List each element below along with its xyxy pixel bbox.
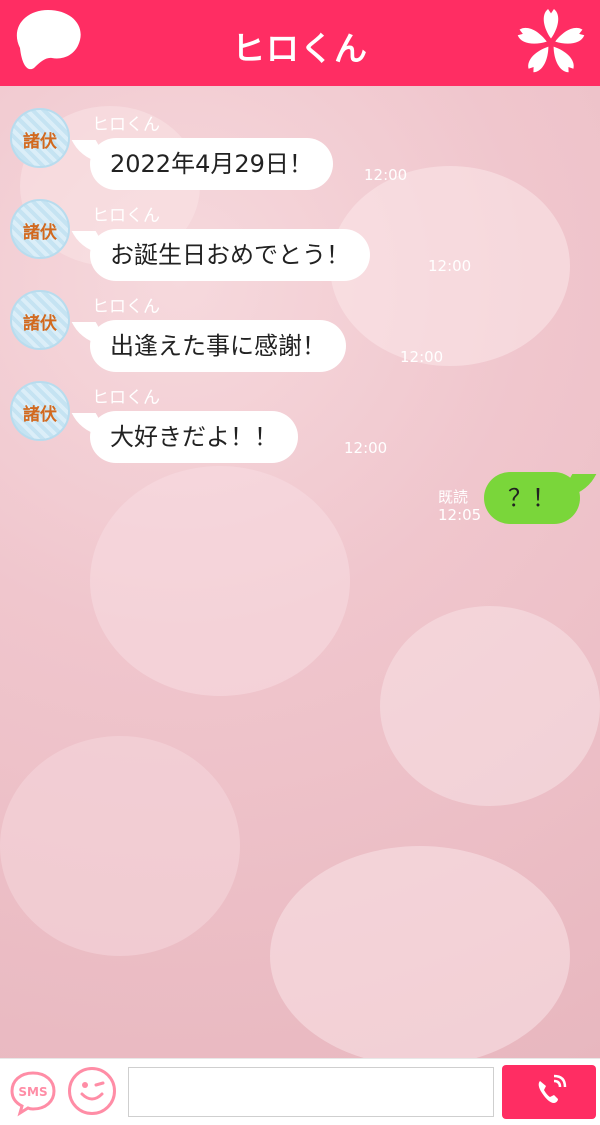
header-bar: ヒロくん bbox=[0, 0, 600, 86]
sender-name: ヒロくん bbox=[92, 297, 160, 317]
sms-icon[interactable]: SMS bbox=[8, 1067, 58, 1117]
composer-bar: SMS bbox=[0, 1058, 600, 1125]
outgoing-bubble[interactable]: ？！ bbox=[484, 472, 580, 524]
sender-name: ヒロくん bbox=[92, 115, 160, 135]
sender-name: ヒロくん bbox=[92, 388, 160, 408]
avatar-label: 諸伏 bbox=[23, 132, 57, 152]
read-receipt: 既読 bbox=[438, 488, 469, 506]
outgoing-time: 12:05 bbox=[438, 506, 482, 524]
avatar-label: 諸伏 bbox=[23, 223, 57, 243]
message-row: 諸伏 ヒロくん 2022年4月29日！ 12:00 bbox=[0, 86, 600, 190]
message-time: 12:00 bbox=[344, 439, 388, 457]
avatar[interactable]: 諸伏 bbox=[10, 199, 70, 259]
avatar[interactable]: 諸伏 bbox=[10, 381, 70, 441]
message-input[interactable] bbox=[128, 1067, 494, 1117]
avatar-label: 諸伏 bbox=[23, 314, 57, 334]
chat-title: ヒロくん bbox=[232, 29, 368, 68]
avatar[interactable]: 諸伏 bbox=[10, 108, 70, 168]
chat-app: ヒロくん 諸伏 ヒロくん 2022年4月29日！ 12:00 諸伏 ヒロくん お… bbox=[0, 0, 600, 1125]
call-button[interactable] bbox=[502, 1065, 596, 1119]
sender-name: ヒロくん bbox=[92, 206, 160, 226]
avatar[interactable]: 諸伏 bbox=[10, 290, 70, 350]
phone-icon bbox=[538, 1074, 567, 1103]
sakura-icon[interactable] bbox=[514, 6, 588, 80]
avatar-label: 諸伏 bbox=[23, 405, 57, 425]
message-row: 諸伏 ヒロくん 出逢えた事に感謝！ 12:00 bbox=[0, 268, 600, 372]
message-row: 諸伏 ヒロくん お誕生日おめでとう！ 12:00 bbox=[0, 177, 600, 281]
message-row: 諸伏 ヒロくん 大好きだよ！！ 12:00 bbox=[0, 359, 600, 463]
smile-icon[interactable] bbox=[68, 1067, 116, 1115]
sms-label: SMS bbox=[18, 1085, 47, 1099]
message-bubble[interactable]: 大好きだよ！！ bbox=[90, 411, 298, 463]
